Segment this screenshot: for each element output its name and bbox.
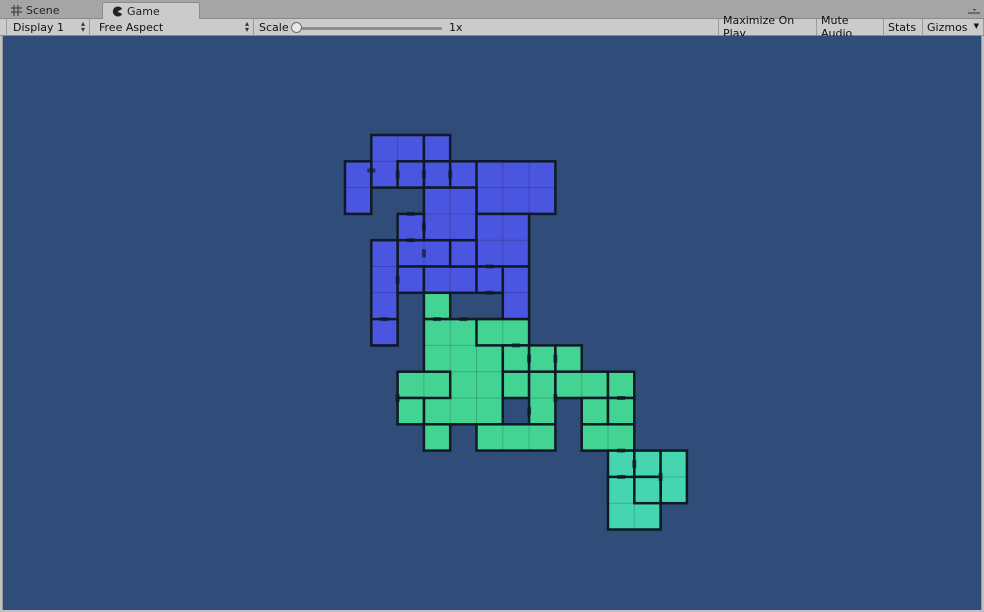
tab-scene[interactable]: Scene [2,2,98,19]
dungeon-room [527,344,557,373]
dungeon-room [606,396,636,426]
dungeon-room [422,133,452,163]
door-marker [395,394,400,402]
game-viewport[interactable] [2,36,982,610]
door-marker [459,317,468,322]
door-marker [485,264,494,269]
tab-game-label: Game [127,5,160,18]
game-view-toolbar: Display 1 ▴ ▾ Free Aspect ▴ ▾ Scale 1x Max… [0,14,984,40]
door-marker [395,275,400,284]
scale-value: 1x [449,21,463,34]
door-marker [617,448,626,453]
door-marker [433,317,442,322]
scale-label: Scale [259,21,289,34]
dungeon-room [606,370,636,400]
dungeon-room [554,344,583,373]
door-marker [658,472,663,481]
hash-icon [10,5,22,17]
door-marker [511,343,520,348]
aspect-dropdown[interactable]: Free Aspect ▴ ▾ [93,19,254,35]
door-marker [553,354,558,363]
dropdown-arrow-icon: ▼ [973,22,979,30]
dungeon-room [475,423,557,452]
stats-button[interactable]: Stats [883,19,922,35]
door-marker [380,317,389,322]
door-marker [406,211,415,216]
dungeon-room [370,317,399,347]
updown-arrow-icon: ▴ ▾ [244,19,249,34]
dungeon-rooms [343,133,689,531]
updown-arrow-icon: ▴ ▾ [80,19,85,34]
pacman-icon [111,6,123,18]
dungeon-room [396,265,426,295]
tab-menu-icon[interactable] [968,7,980,15]
aspect-dropdown-value: Free Aspect [99,20,164,34]
dungeon-room [396,396,426,426]
display-dropdown-value: Display 1 [13,20,65,34]
dungeon-room [633,475,662,505]
dungeon-room [396,160,426,189]
display-dropdown[interactable]: Display 1 ▴ ▾ [6,19,90,35]
door-marker [395,170,400,179]
door-marker [553,394,558,402]
dungeon-room [396,212,426,242]
door-marker [406,238,415,243]
stats-label: Stats [888,20,917,34]
door-marker [527,407,532,416]
mute-audio-button[interactable]: Mute Audio [816,14,883,40]
dungeon-map [343,133,689,531]
door-marker [421,170,426,179]
tab-game[interactable]: Game [102,2,200,20]
scale-slider-thumb[interactable] [291,22,302,33]
dungeon-room [475,265,505,295]
dungeon-room [422,160,452,189]
dungeon-room [501,344,531,373]
door-marker [448,170,453,179]
dungeon-room [501,370,531,400]
door-marker [485,290,494,295]
dungeon-room [422,291,452,321]
door-marker [527,354,532,363]
dungeon-room [633,449,662,479]
maximize-on-play-button[interactable]: Maximize On Play [718,14,816,40]
gizmos-label: Gizmos [927,20,968,34]
dungeon-room [448,238,478,268]
door-marker [617,474,626,479]
gizmos-button[interactable]: Gizmos ▼ [922,19,984,35]
door-marker [617,396,626,400]
door-marker [632,459,637,468]
scale-slider-track[interactable] [296,27,442,30]
door-marker [421,223,426,232]
tab-scene-label: Scene [26,4,60,17]
door-marker [367,168,376,173]
door-marker [421,249,426,258]
dungeon-room [422,423,452,452]
